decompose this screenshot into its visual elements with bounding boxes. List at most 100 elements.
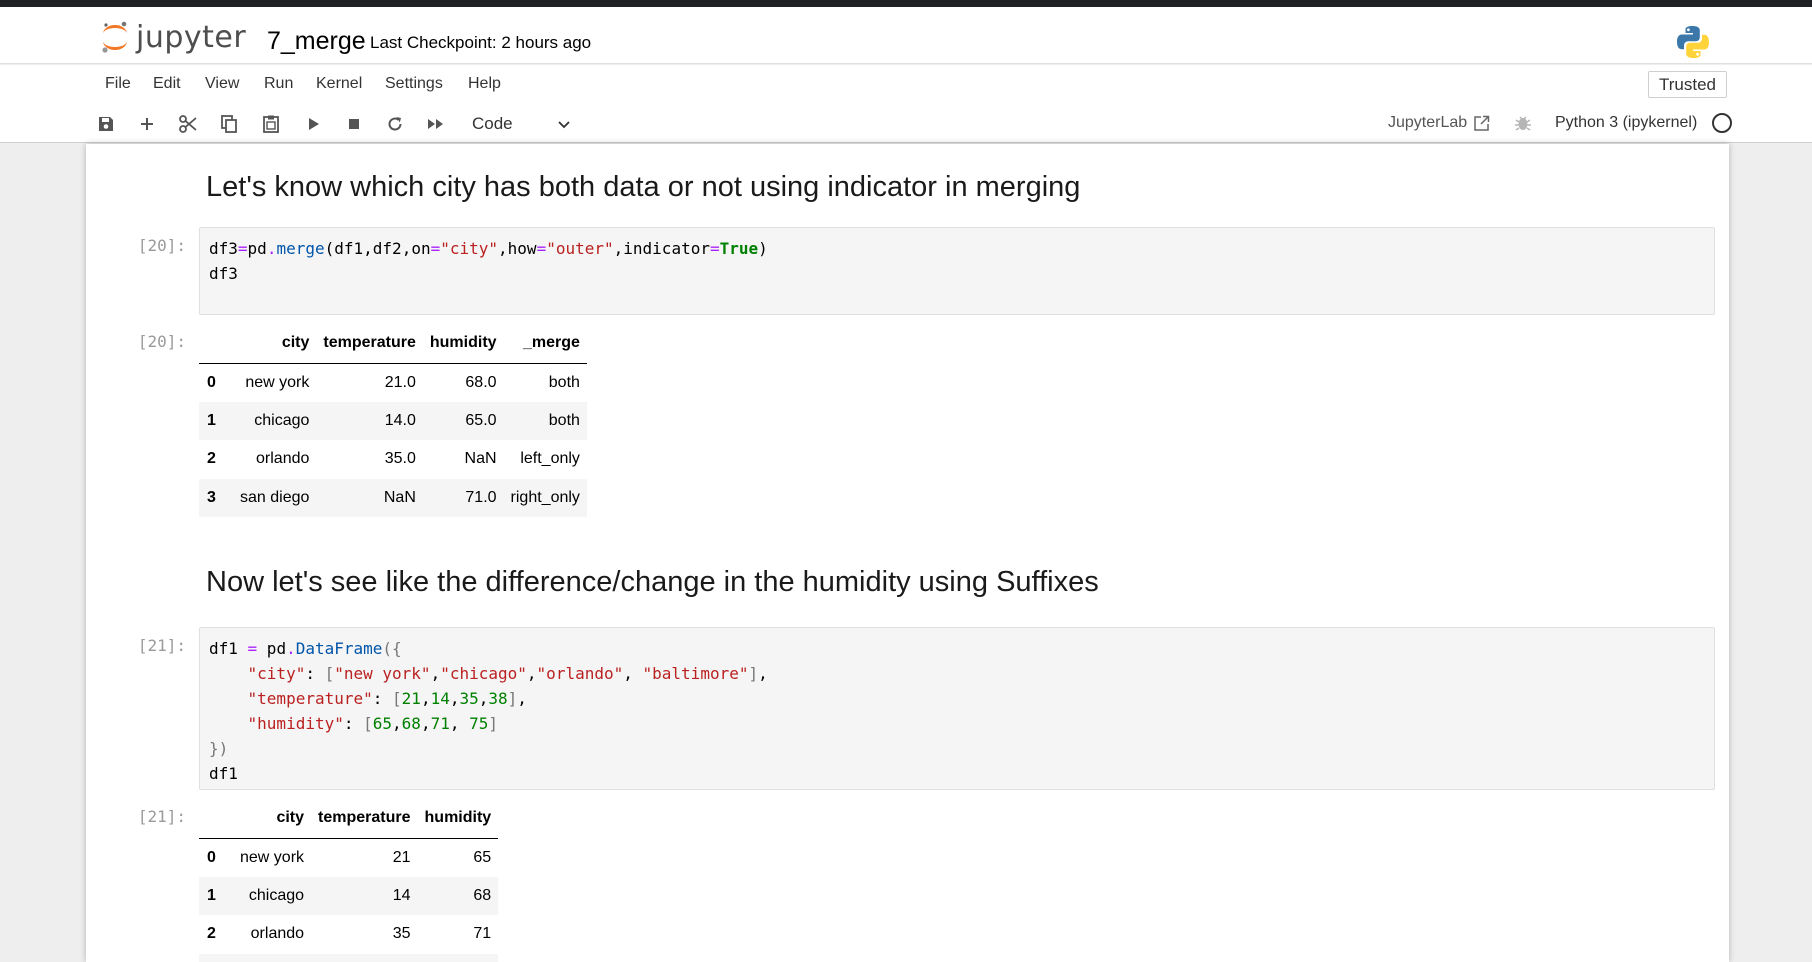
menu-edit[interactable]: Edit [153,75,181,93]
cell-merge: right_only [510,488,580,506]
cell-humidity [418,954,499,962]
restart-button[interactable] [382,111,408,137]
cell-city: chicago [254,411,310,429]
logo-text: jupyter [136,19,247,55]
cell-merge: left_only [520,450,580,468]
cell-temperature: 21 [392,848,411,866]
cell-temperature: 35.0 [384,450,416,468]
header: jupyter 7_merge Last Checkpoint: 2 hours… [0,7,1812,64]
cell-city: orlando [256,450,310,468]
dataframe-output-df1: city temperature humidity 0 new york 21 … [199,798,499,962]
table-header-row: city temperature humidity [199,798,499,839]
table-row: 2 orlando 35 71 [199,915,498,954]
cell-humidity: 68 [473,886,492,904]
cell-temperature [311,954,417,962]
debugger-icon[interactable] [1513,113,1533,138]
cell-temperature: 14 [392,886,411,904]
row-index: 1 [207,886,216,904]
trusted-indicator[interactable]: Trusted [1648,71,1727,98]
code-cell-20[interactable]: df3=pd.merge(df1,df2,on="city",how="oute… [199,227,1715,315]
menu-settings[interactable]: Settings [385,75,443,93]
run-all-button[interactable] [423,111,449,137]
index-header [199,323,233,364]
cell-type-select[interactable]: Code [465,109,577,139]
input-prompt: [21]: [137,636,186,655]
cell-type-value: Code [472,114,513,133]
cell-temperature: NaN [383,488,416,506]
paste-button[interactable] [258,111,284,137]
jupyter-logo-icon [102,21,127,53]
cell-temperature: 14.0 [384,411,416,429]
python-logo-icon [1675,24,1711,65]
restart-icon [388,117,402,131]
table-header-row: city temperature humidity _merge [199,323,587,364]
table-row: 0 new york 21.0 68.0 both [199,363,587,402]
save-button[interactable] [93,111,119,137]
markdown-heading-2: Now let's see like the difference/change… [206,566,1099,598]
notebook-panel: Let's know which city has both data or n… [86,144,1729,962]
kernel-name[interactable]: Python 3 (ipykernel) [1555,114,1697,132]
row-index: 1 [207,411,216,429]
paste-icon [263,115,279,133]
copy-button[interactable] [216,111,242,137]
table-row: 1 chicago 14 68 [199,876,499,915]
cell-merge: both [548,411,580,429]
column-header: temperature [311,798,418,839]
row-index: 2 [207,925,216,943]
run-button[interactable] [300,111,326,137]
menubar: File Edit View Run Kernel Settings Help … [0,65,1812,103]
chevron-down-icon [558,121,570,129]
column-header: humidity [422,323,504,364]
cell-city [233,954,311,962]
row-index: 2 [207,450,216,468]
cut-button[interactable] [175,111,201,137]
cell-humidity: 71.0 [465,488,497,506]
plus-icon [141,118,153,130]
run-icon [309,118,319,130]
fast-forward-icon [428,119,443,129]
cell-humidity: 71 [473,925,492,943]
column-header: humidity [417,798,499,839]
toolbar: Code JupyterLab Python 3 (ipykernel) [0,103,1812,143]
column-header: temperature [316,323,423,364]
cell-temperature: 35 [392,925,411,943]
cell-humidity: 65 [473,848,492,866]
table-row [199,953,499,962]
menu-view[interactable]: View [205,75,239,93]
cell-city: san diego [240,488,310,506]
row-index [199,954,233,962]
table-row: 0 new york 21 65 [199,838,498,877]
column-header: city [233,323,317,364]
kernel-status-icon [1712,113,1732,133]
copy-icon [221,115,237,133]
jupyter-logo[interactable]: jupyter [100,15,246,59]
insert-cell-button[interactable] [134,111,160,137]
jupyterlab-link[interactable]: JupyterLab [1388,114,1490,132]
column-header: city [233,798,312,839]
cell-city: orlando [250,925,305,943]
cell-humidity: 65.0 [465,411,497,429]
column-header: _merge [503,323,587,364]
cell-humidity: NaN [464,450,497,468]
index-header [199,798,233,839]
checkpoint-status: Last Checkpoint: 2 hours ago [370,33,592,52]
menu-run[interactable]: Run [264,75,293,93]
menu-file[interactable]: File [105,75,131,93]
markdown-heading-1: Let's know which city has both data or n… [206,171,1081,203]
menu-kernel[interactable]: Kernel [316,75,362,93]
stop-icon [349,119,359,129]
external-link-icon [1474,115,1490,131]
cell-merge: both [548,373,580,391]
menu-help[interactable]: Help [468,75,501,93]
code-cell-21[interactable]: df1 = pd.DataFrame({ "city": ["new york"… [199,627,1715,790]
cell-humidity: 68.0 [465,373,497,391]
notebook-name[interactable]: 7_merge [267,27,366,56]
stop-button[interactable] [341,111,367,137]
cell-city: new york [240,848,305,866]
output-prompt: [20]: [137,332,186,351]
cell-temperature: 21.0 [384,373,416,391]
row-index: 0 [207,848,216,866]
dataframe-output-merged: city temperature humidity _merge 0 new y… [199,323,587,517]
input-prompt: [20]: [137,236,186,255]
cut-icon [179,115,197,133]
